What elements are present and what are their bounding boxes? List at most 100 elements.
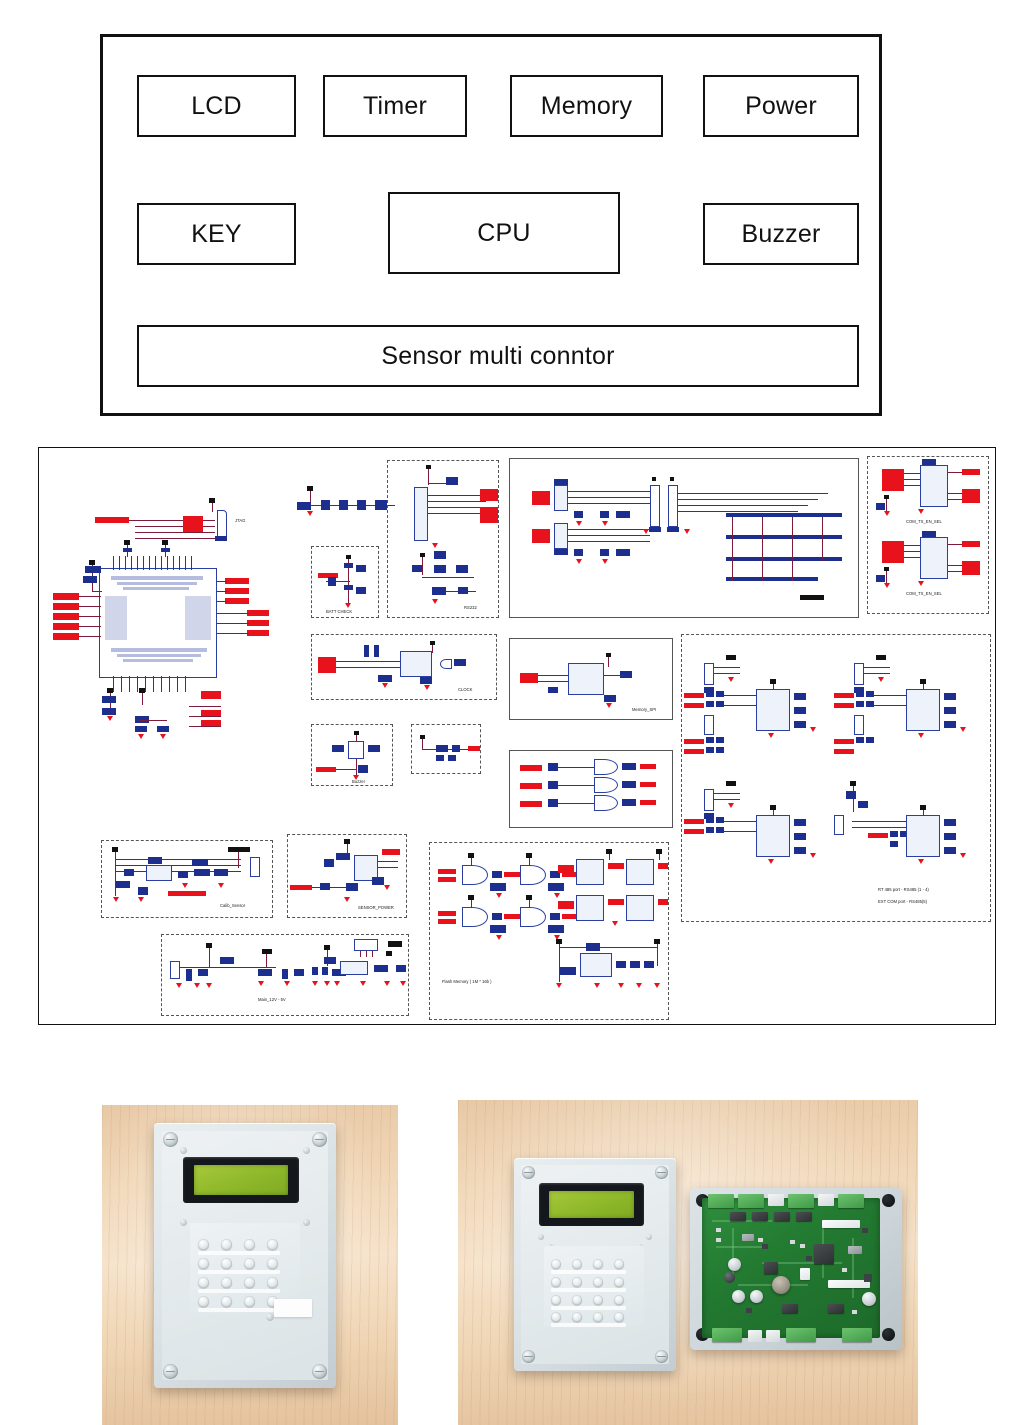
schematic-group-keypad-matrix	[509, 458, 859, 618]
keypad-row-label	[198, 1270, 280, 1274]
schematic-group-memory-spi: Memory_SPI	[509, 638, 673, 720]
keypad-button[interactable]	[593, 1312, 603, 1322]
capacitor	[732, 1290, 745, 1303]
panel-hole-mr	[646, 1234, 652, 1240]
smd-part-dark	[762, 1244, 768, 1249]
panel-hole-ml	[180, 1219, 187, 1226]
screw-terminal	[838, 1194, 864, 1208]
schematic-label-clock: CLOCK	[458, 687, 473, 692]
ic-chip	[730, 1212, 746, 1221]
lcd-bezel	[183, 1157, 299, 1203]
schematic-group-aux	[411, 724, 481, 774]
keypad-button[interactable]	[244, 1258, 255, 1269]
keypad-button[interactable]	[198, 1239, 209, 1250]
smd-part	[716, 1228, 721, 1232]
block-buzzer: Buzzer	[703, 203, 859, 265]
keypad-button[interactable]	[244, 1277, 255, 1288]
keypad-button[interactable]	[267, 1277, 278, 1288]
block-buzzer-label: Buzzer	[741, 219, 821, 248]
schematic-label-rs232: RS232	[464, 605, 477, 610]
ic-chip	[796, 1212, 812, 1221]
keypad-button[interactable]	[572, 1259, 582, 1269]
lcd-screen	[549, 1191, 634, 1218]
keypad-button[interactable]	[221, 1258, 232, 1269]
trimmer-pot	[864, 1274, 872, 1282]
screw-terminal	[738, 1194, 764, 1208]
keypad-row-label	[198, 1251, 280, 1255]
lcd-screen	[194, 1165, 288, 1195]
keypad-button[interactable]	[614, 1277, 624, 1287]
keypad-button[interactable]	[551, 1312, 561, 1322]
schematic-group-calib-sensor: Calib_Sensor	[101, 840, 273, 918]
keypad-button[interactable]	[614, 1295, 624, 1305]
block-power: Power	[703, 75, 859, 137]
keypad-button[interactable]	[551, 1295, 561, 1305]
schematic-label-batt-check: BATT CHECK	[326, 609, 353, 614]
smd-part-dark	[806, 1256, 812, 1261]
corner-screw-tl	[522, 1166, 535, 1179]
case-screw-tr	[882, 1194, 895, 1207]
keypad-row-label	[551, 1270, 626, 1274]
keypad-row-label	[198, 1308, 280, 1312]
panel-hole-tr	[303, 1147, 310, 1154]
schematic-group-com-tx-en-sel: COM_TX_EN_SEL COM_TX_EN_SEL	[867, 456, 989, 614]
keypad-button[interactable]	[244, 1296, 255, 1307]
keypad-button[interactable]	[198, 1277, 209, 1288]
panel-led	[266, 1313, 274, 1321]
keypad-button[interactable]	[593, 1295, 603, 1305]
screw-terminal	[786, 1328, 816, 1342]
corner-screw-bl	[163, 1364, 178, 1379]
keypad-button[interactable]	[593, 1259, 603, 1269]
block-key-label: KEY	[191, 219, 242, 248]
keypad-button[interactable]	[198, 1296, 209, 1307]
keypad-row-label	[551, 1323, 626, 1327]
keypad-button[interactable]	[572, 1312, 582, 1322]
smd-part-dark	[862, 1228, 868, 1233]
block-memory-label: Memory	[540, 91, 633, 120]
screw-terminal	[842, 1328, 872, 1342]
keypad-button[interactable]	[267, 1239, 278, 1250]
schematic-group-main-power: Main_12V - 5V	[161, 934, 409, 1016]
schematic-label-com-tx-en-sel-1: COM_TX_EN_SEL	[906, 519, 942, 524]
capacitor-dark	[724, 1272, 735, 1283]
schematic-group-sensor-power: SENSOR_POWER	[287, 834, 407, 918]
keypad-button[interactable]	[614, 1312, 624, 1322]
keypad-row-label	[551, 1288, 626, 1292]
sensor-interface-block-3	[682, 781, 832, 911]
block-sensor-multi-connector: Sensor multi conntor	[137, 325, 859, 387]
keypad-button[interactable]	[198, 1258, 209, 1269]
schematic-label-memory-spi: Memory_SPI	[632, 707, 657, 712]
keypad-button[interactable]	[572, 1277, 582, 1287]
keypad-button[interactable]	[551, 1277, 561, 1287]
keypad-area	[544, 1246, 644, 1327]
smd-part	[800, 1244, 805, 1248]
keypad-button[interactable]	[551, 1259, 561, 1269]
keypad-button[interactable]	[221, 1296, 232, 1307]
ic-chip-light	[742, 1234, 754, 1241]
keypad-button[interactable]	[221, 1277, 232, 1288]
smd-part	[758, 1238, 763, 1242]
photo-panel-and-board	[458, 1100, 918, 1425]
pin-header	[800, 1268, 810, 1280]
keypad-button[interactable]	[267, 1258, 278, 1269]
terminal-white	[748, 1330, 762, 1342]
screw-terminal	[712, 1328, 742, 1342]
corner-screw-tl	[163, 1132, 178, 1147]
terminal-white	[768, 1194, 784, 1206]
keypad-button[interactable]	[221, 1239, 232, 1250]
keypad-button[interactable]	[614, 1259, 624, 1269]
corner-screw-br	[655, 1350, 668, 1363]
block-memory: Memory	[510, 75, 663, 137]
pin-header	[822, 1220, 860, 1228]
block-cpu: CPU	[388, 192, 620, 274]
block-sensor-multi-connector-label: Sensor multi conntor	[381, 341, 615, 370]
system-block-diagram: LCD Timer Memory Power KEY CPU Buzzer Se…	[100, 34, 882, 416]
block-lcd: LCD	[137, 75, 296, 137]
smd-part	[842, 1268, 847, 1272]
case-screw-br	[882, 1328, 895, 1341]
schematic-group-rs232: RS232	[387, 460, 499, 618]
smd-part	[790, 1240, 795, 1244]
keypad-button[interactable]	[572, 1295, 582, 1305]
keypad-button[interactable]	[593, 1277, 603, 1287]
keypad-button[interactable]	[244, 1239, 255, 1250]
